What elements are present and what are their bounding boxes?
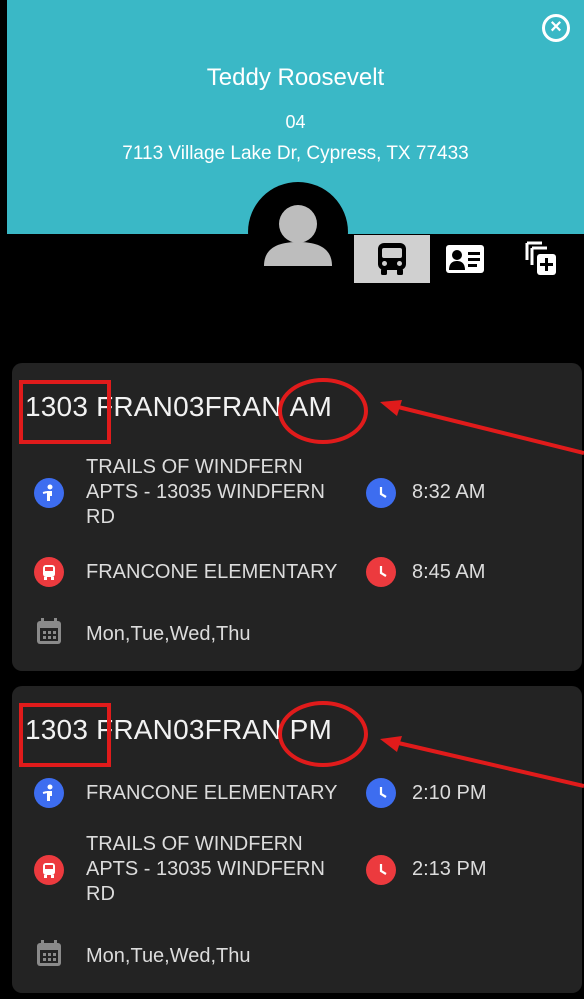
route-name: FRAN03FRAN <box>96 391 282 422</box>
pickup-person-icon <box>34 477 64 508</box>
pickup-stop: FRANCONE ELEMENTARY <box>86 781 338 804</box>
id-card-icon <box>446 245 484 273</box>
close-icon[interactable]: × <box>542 14 570 42</box>
clock-icon <box>366 557 396 587</box>
pickup-person-icon <box>34 778 64 808</box>
student-address: 7113 Village Lake Dr, Cypress, TX 77433 <box>122 143 469 164</box>
add-copy-icon <box>525 241 556 275</box>
route-title: 1303 FRAN03FRAN PM <box>18 701 369 767</box>
dropoff-stop: TRAILS OF WINDFERN APTS - 13035 WINDFERN… <box>86 833 325 905</box>
student-name: Teddy Roosevelt <box>206 64 385 91</box>
dropoff-stop: FRANCONE ELEMENTARY <box>86 560 338 583</box>
dropoff-row: FRANCONE ELEMENTARY 8:45 AM <box>34 557 572 587</box>
bus-stop-icon <box>34 854 64 885</box>
tab-id-card[interactable] <box>430 235 500 283</box>
clock-icon <box>366 477 396 508</box>
route-title: 1303 FRAN03FRAN AM <box>18 378 369 444</box>
tab-bus[interactable] <box>354 235 430 283</box>
clock-icon <box>366 854 396 885</box>
student-grade: 04 <box>285 112 306 132</box>
calendar-icon <box>34 616 64 652</box>
route-number: 1303 <box>18 380 112 444</box>
route-number: 1303 <box>18 703 112 767</box>
dropoff-time: 2:13 PM <box>412 858 487 880</box>
avatar <box>248 182 348 282</box>
route-period: PM <box>277 701 369 767</box>
pickup-stop: TRAILS OF WINDFERN APTS - 13035 WINDFERN… <box>86 456 325 528</box>
route-period: AM <box>277 378 369 444</box>
pickup-time-group: 8:32 AM <box>366 477 486 508</box>
person-avatar-icon <box>264 205 332 266</box>
service-days: Mon,Tue,Wed,Thu <box>86 622 251 645</box>
dropoff-row: TRAILS OF WINDFERN APTS - 13035 WINDFERN… <box>34 832 572 907</box>
annotation-arrow <box>380 736 584 788</box>
tab-add[interactable] <box>512 235 570 283</box>
pickup-row: TRAILS OF WINDFERN APTS - 13035 WINDFERN… <box>34 455 572 530</box>
dropoff-time-group: 8:45 AM <box>366 557 485 587</box>
bus-stop-icon <box>34 557 64 587</box>
dropoff-time: 8:45 AM <box>412 560 486 583</box>
calendar-icon <box>34 938 64 974</box>
dropoff-time-group: 2:13 PM <box>366 854 487 885</box>
days-row: Mon,Tue,Wed,Thu <box>34 616 572 652</box>
route-name: FRAN03FRAN <box>96 714 282 745</box>
pickup-time: 8:32 AM <box>412 481 486 503</box>
days-row: Mon,Tue,Wed,Thu <box>34 938 572 974</box>
annotation-arrow <box>380 400 584 455</box>
bus-icon <box>378 243 406 275</box>
service-days: Mon,Tue,Wed,Thu <box>86 944 251 967</box>
